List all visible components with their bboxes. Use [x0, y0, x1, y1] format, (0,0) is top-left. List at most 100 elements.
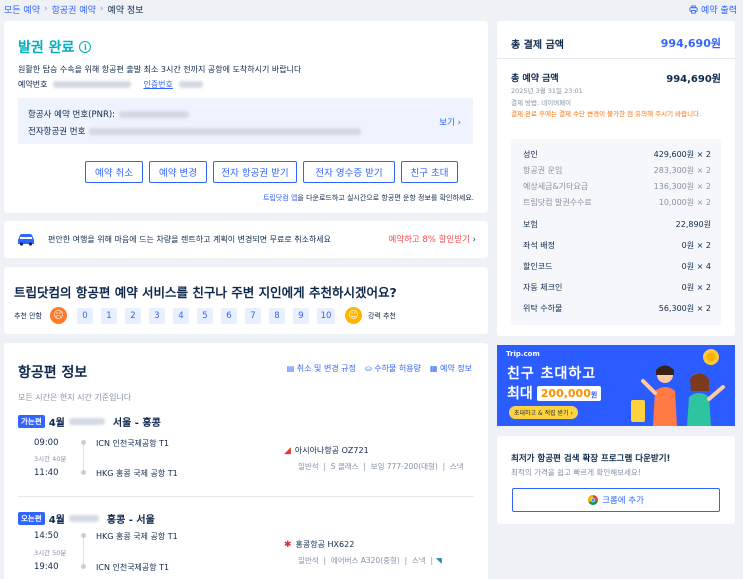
score-3-button[interactable]: 3	[149, 307, 165, 324]
score-0-button[interactable]: 0	[77, 307, 93, 324]
add-to-chrome-button[interactable]: 크롬에 추가	[512, 488, 720, 512]
return-date: 4월	[48, 515, 65, 526]
hk-airlines-logo-icon: ✱	[284, 539, 292, 550]
outbound-airline: 아시아나항공 OZ721	[294, 446, 369, 455]
breadcrumb-all-bookings[interactable]: 모든 예약	[4, 3, 40, 16]
cancel-policy-link[interactable]: ▤ 취소 및 변경 규정	[287, 363, 356, 374]
chevron-right-icon: ›	[99, 4, 104, 14]
payment-divider	[497, 58, 735, 59]
recommend-high-label: 강력 추천	[368, 311, 396, 320]
print-button[interactable]: 예약 출력	[689, 3, 737, 16]
score-5-button[interactable]: 5	[197, 307, 213, 324]
breakdown-label: 좌석 배정	[523, 241, 555, 250]
payment-summary-card: 총 결제 금액 994,690원 총 예약 금액 994,690원 2025년 …	[497, 21, 735, 336]
baggage-icon: ⛀	[364, 364, 372, 373]
recommend-question: 트립닷컴의 항공편 예약 서비스를 친구나 주변 지인에게 추천하시겠어요?	[14, 285, 397, 300]
breakdown-label: 위탁 수하물	[523, 304, 563, 313]
breadcrumb-current: 예약 정보	[107, 5, 144, 16]
invite-promo-banner[interactable]: Trip.com 친구 초대하고 최대 200,000원 초대하고 & 적립 받…	[497, 345, 735, 426]
outbound-tag: 가는편	[18, 415, 45, 428]
booking-number-value	[53, 81, 132, 88]
score-4-button[interactable]: 4	[173, 307, 189, 324]
outbound-date-blur	[68, 418, 105, 425]
view-more-label: 보기	[439, 118, 455, 128]
info-icon[interactable]: i	[79, 41, 92, 53]
score-2-button[interactable]: 2	[125, 307, 141, 324]
score-6-button[interactable]: 6	[221, 307, 237, 324]
payment-method: 결제 방법: 네이버페이	[511, 99, 572, 107]
top-bar: 모든 예약 › 항공권 예약 › 예약 정보 예약 출력	[0, 0, 743, 18]
asiana-logo-icon: ◢	[284, 445, 291, 456]
timezone-note: 모든 시간은 현지 시간 기준입니다	[18, 393, 132, 402]
car-rental-text: 편안한 여행을 위해 마음에 드는 차량을 렌트하고 계획이 변경되면 무료로 …	[48, 235, 332, 244]
breakdown-value: 283,300원 × 2	[653, 166, 711, 175]
promo-amount: 200,000	[540, 386, 591, 400]
happy-face-icon: ☺	[345, 307, 362, 324]
return-dep-time: 14:50	[34, 531, 59, 541]
eticket-value	[89, 127, 362, 135]
return-airline: 홍콩항공 HX622	[295, 540, 355, 549]
breakdown-label: 성인	[523, 150, 538, 159]
car-icon	[18, 234, 34, 246]
return-tag: 오는편	[18, 512, 45, 525]
breakdown-value: 22,890원	[675, 220, 711, 229]
baggage-allowance-link[interactable]: ⛀ 수하물 허용량	[365, 363, 421, 374]
outbound-arr-airport: HKG 홍콩 국제 공항 T1	[96, 469, 178, 478]
promo-unit: 원	[590, 390, 598, 399]
timeline-line	[83, 441, 84, 471]
booking-number-label: 예약번호	[18, 80, 48, 89]
change-booking-button[interactable]: 예약 변경	[149, 161, 207, 183]
pnr-label: 항공사 예약 번호(PNR):	[28, 110, 116, 120]
booking-info-link[interactable]: ▦ 예약 정보	[430, 363, 472, 374]
auth-number-value	[178, 81, 203, 88]
chrome-icon	[588, 495, 599, 505]
leg-divider	[18, 496, 474, 497]
score-9-button[interactable]: 9	[293, 307, 309, 324]
booking-total-value: 994,690원	[666, 74, 721, 85]
score-10-button[interactable]: 10	[317, 307, 335, 324]
download-eticket-button[interactable]: 전자 항공권 받기	[213, 161, 297, 183]
breakdown-value: 429,600원 × 2	[653, 150, 711, 159]
print-label: 예약 출력	[701, 5, 737, 16]
eticket-label: 전자항공권 번호	[28, 127, 86, 137]
score-7-button[interactable]: 7	[245, 307, 261, 324]
car-rental-cta[interactable]: 예약하고 8% 할인받기 ›	[388, 233, 476, 245]
breakdown-value: 0원 × 2	[681, 283, 711, 292]
return-arr-time: 19:40	[34, 562, 59, 572]
payment-date: 2025년 3월 31일 23:01	[511, 87, 583, 95]
sad-face-icon: ☹	[50, 307, 67, 324]
return-dep-airport: HKG 홍콩 국제 공항 T1	[96, 532, 178, 541]
download-receipt-button[interactable]: 전자 영수증 받기	[303, 161, 395, 183]
cancel-booking-button[interactable]: 예약 취소	[85, 161, 143, 183]
promo-cta-button[interactable]: 초대하고 & 적립 받기 ›	[509, 406, 578, 419]
breadcrumb-flight-bookings[interactable]: 항공권 예약	[52, 3, 96, 16]
flight-info-card: 항공편 정보 ▤ 취소 및 변경 규정 ⛀ 수하물 허용량 ▦ 예약 정보 모든…	[4, 343, 488, 579]
score-1-button[interactable]: 1	[101, 307, 117, 324]
chevron-right-icon: ›	[472, 235, 476, 245]
extension-card: 최저가 항공편 검색 확장 프로그램 다운받기! 최적의 가격을 쉽고 빠르게 …	[497, 436, 735, 524]
outbound-route: 서울 - 홍콩	[112, 418, 161, 429]
auth-number-link[interactable]: 인증번호	[143, 79, 172, 90]
outbound-dep-time: 09:00	[34, 438, 59, 448]
app-download-link[interactable]: 트립닷컴 앱	[263, 194, 297, 202]
fare-breakdown: 성인 429,600원 × 2 항공권 운임 283,300원 × 2 예상세금&기…	[511, 139, 721, 325]
booking-total-label: 총 예약 금액	[511, 74, 559, 84]
invite-friend-button[interactable]: 친구 초대	[401, 161, 458, 183]
breakdown-label: 보험	[523, 220, 538, 229]
car-rental-banner[interactable]: 편안한 여행을 위해 마음에 드는 차량을 렌트하고 계획이 변경되면 무료로 …	[4, 221, 488, 258]
promo-amount-badge: 200,000원	[536, 385, 602, 401]
return-details: 일반석 | 에어버스 A320(중형) | 스낵 |	[298, 556, 434, 565]
score-8-button[interactable]: 8	[269, 307, 285, 324]
travelers-illustration	[631, 349, 725, 426]
pnr-value	[119, 110, 190, 118]
breakdown-value: 136,300원 × 2	[653, 182, 711, 191]
wifi-icon: ◥	[436, 556, 442, 565]
cancel-policy-label: 취소 및 변경 규정	[296, 364, 356, 373]
document-icon: ▤	[286, 364, 295, 373]
booking-info-label: 예약 정보	[440, 364, 472, 373]
tripcom-logo: Trip.com	[506, 350, 540, 358]
recommend-low-label: 추천 안함	[14, 311, 42, 320]
promo-line1: 친구 초대하고	[507, 366, 597, 382]
breakdown-label: 자동 체크인	[523, 283, 563, 292]
view-more-link[interactable]: 보기 ›	[439, 116, 461, 128]
